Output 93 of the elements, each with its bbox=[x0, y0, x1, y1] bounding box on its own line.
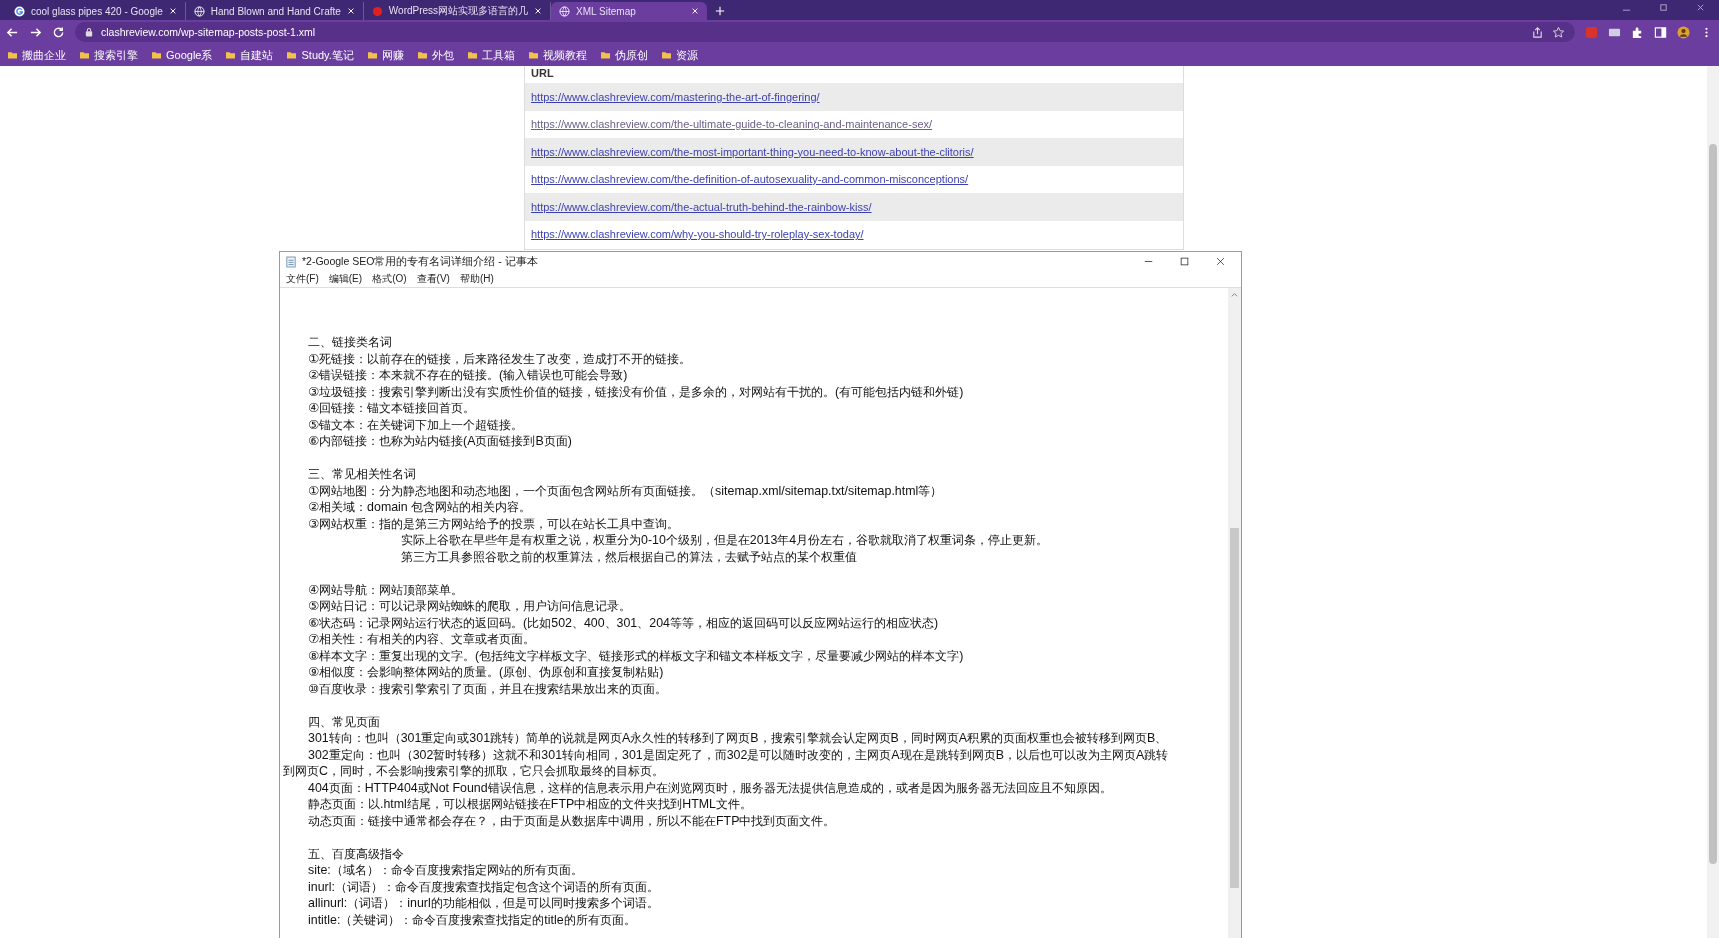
folder-icon bbox=[367, 51, 377, 59]
bookmark[interactable]: 搬曲企业 bbox=[8, 47, 66, 63]
lock-icon[interactable] bbox=[85, 27, 93, 37]
maximize-icon[interactable] bbox=[1180, 257, 1189, 266]
avatar-icon[interactable] bbox=[1677, 25, 1690, 39]
browser-tab[interactable]: cool glass pipes 420 - Google bbox=[6, 2, 186, 20]
text-line: ⑤锚文本：在关键词下加上一个超链接。 bbox=[308, 417, 524, 432]
notepad-icon bbox=[286, 255, 296, 268]
menu-item[interactable]: 查看(V) bbox=[416, 272, 450, 286]
menu-item[interactable]: 文件(F) bbox=[286, 272, 319, 286]
bookmark[interactable]: 视频教程 bbox=[528, 47, 587, 63]
text-line: ③垃圾链接：搜索引擎判断出没有实质性价值的链接，链接没有价值，是多余的，对网站有干扰的。(有可能包括内链和外链) bbox=[308, 384, 964, 399]
close-icon[interactable] bbox=[1696, 2, 1705, 12]
text-line: 三、常见相关性名词 bbox=[308, 467, 416, 481]
text-line: inurl:（词语）：命令百度搜索查找指定包含这个词语的所有页面。 bbox=[308, 879, 659, 894]
text-line: ①死链接：以前存在的链接，后来路径发生了改变，造成打不开的链接。 bbox=[308, 351, 692, 366]
menu-item[interactable]: 帮助(H) bbox=[459, 272, 494, 286]
globe-icon bbox=[559, 5, 571, 17]
menu-item[interactable]: 编辑(E) bbox=[328, 272, 363, 286]
bookmark[interactable]: 网赚 bbox=[367, 47, 404, 63]
url-text: clashreview.com/wp-sitemap-posts-post-1.xml bbox=[101, 26, 316, 38]
column-header: URL bbox=[530, 66, 555, 81]
text-line: 二、链接类名词 bbox=[308, 335, 392, 349]
text-line: ⑦相关性：有相关的内容、文章或者页面。 bbox=[308, 632, 536, 646]
bookmark[interactable]: 工具箱 bbox=[467, 47, 515, 63]
folder-icon bbox=[600, 51, 610, 59]
bookmark[interactable]: Google系 bbox=[152, 47, 213, 63]
browser-tab[interactable]: XML Sitemap bbox=[551, 2, 708, 20]
close-icon[interactable] bbox=[691, 7, 700, 15]
text-line: 301转向：也叫（301重定向或301跳转）简单的说就是网页A永久性的转移到了网页B，搜索引擎就会认定网页B，同时网页A积累的页面权重也会被转移到网页B、 bbox=[308, 731, 1168, 745]
dot-icon bbox=[371, 5, 383, 17]
text-line: ⑤网站日记：可以记录网站蜘蛛的爬取，用户访问信息记录。 bbox=[308, 599, 632, 613]
bookmark[interactable]: Study.笔记 bbox=[287, 47, 354, 63]
globe-icon bbox=[193, 5, 205, 17]
reload-icon[interactable] bbox=[52, 25, 65, 39]
text-line: 302重定向：也叫（302暂时转移）这就不和301转向相同，301是固定死了，而302是可以随时改变的，主网页A现在是跳转到网页B，以后也可以改为主网页A跳转 bbox=[308, 747, 1169, 762]
text-line: ①网站地图：分为静态地图和动态地图，一个页面包含网站所有页面链接。（sitemap.xml/sitemap.txt/sitemap.html等） bbox=[308, 483, 943, 498]
folder-icon bbox=[80, 51, 89, 59]
bookmark[interactable]: 自建站 bbox=[226, 47, 274, 63]
bookmark[interactable]: 外包 bbox=[417, 47, 454, 63]
scroll-thumb[interactable] bbox=[1709, 144, 1717, 864]
sidebar-icon[interactable] bbox=[1654, 25, 1667, 39]
text-line: 第三方工具参照谷歌之前的权重算法，然后根据自己的算法，去赋予站点的某个权重值 bbox=[401, 549, 857, 564]
text-line: ⑩百度收录：搜索引擎索引了页面，并且在搜索结果放出来的页面。 bbox=[308, 681, 668, 696]
bookmark[interactable]: 搜索引擎 bbox=[80, 47, 138, 63]
text-line: 实际上谷歌在早些年是有权重之说，权重分为0-10个级别，但是在2013年4月份左右，谷歌就取消了权重词条，停止更新。 bbox=[401, 533, 1049, 547]
text-line: 四、常见页面 bbox=[308, 714, 380, 729]
share-icon[interactable] bbox=[1531, 25, 1544, 39]
text-line: ③网站权重：指的是第三方网站给予的投票，可以在站长工具中查询。 bbox=[308, 516, 680, 531]
url-link[interactable]: https://www.clashreview.com/the-definition-of-autosexuality-and-common-misconceptions/ bbox=[531, 173, 969, 186]
folder-icon bbox=[661, 51, 671, 59]
puzzle-icon[interactable] bbox=[1631, 25, 1644, 39]
scrollbar[interactable] bbox=[1707, 66, 1719, 938]
text-line: site:（域名）：命令百度搜索指定网站的所有页面。 bbox=[308, 863, 583, 877]
folder-icon bbox=[287, 51, 297, 59]
text-line: 到网页C，同时，不会影响搜索引擎的抓取，它只会抓取最终的目标页。 bbox=[283, 764, 664, 778]
close-icon[interactable] bbox=[534, 7, 543, 15]
address-bar[interactable]: clashreview.com/wp-sitemap-posts-post-1.xml bbox=[75, 22, 1575, 42]
text-line: intitle:（关键词）：命令百度搜索查找指定的title的所有页面。 bbox=[308, 912, 636, 927]
star-icon[interactable] bbox=[1552, 25, 1565, 39]
text-line: ④回链接：锚文本链接回首页。 bbox=[308, 401, 476, 415]
folder-icon bbox=[417, 51, 427, 59]
text-line: ⑥内部链接：也称为站内链接(A页面链接到B页面) bbox=[308, 434, 572, 448]
menu-item[interactable]: 格式(O) bbox=[372, 272, 407, 286]
browser-tab[interactable]: Hand Blown and Hand Crafte bbox=[185, 2, 364, 20]
folder-icon bbox=[152, 51, 161, 59]
bookmark[interactable]: 资源 bbox=[661, 47, 698, 63]
scroll-thumb[interactable] bbox=[1230, 528, 1239, 888]
text-line: ⑧样本文字：重复出现的文字。(包括纯文字样板文字、链接形式的样板文字和锚文本样板文字，尽量要减少网站的样本文字) bbox=[308, 648, 964, 663]
window-title: *2-Google SEO常用的专有名词详细介绍 - 记事本 bbox=[302, 254, 538, 269]
text-line: 五、百度高级指令 bbox=[308, 846, 404, 861]
folder-icon bbox=[8, 51, 17, 59]
text-line: ⑨相似度：会影响整体网站的质量。(原创、伪原创和直接复制粘贴) bbox=[308, 665, 664, 679]
text-line: 动态页面：链接中通常都会存在？，由于页面是从数据库中调用，所以不能在FTP中找到页面文件。 bbox=[308, 813, 836, 828]
url-link[interactable]: https://www.clashreview.com/why-you-should-try-roleplay-sex-today/ bbox=[531, 228, 864, 241]
text-line: ②相关域：domain 包含网站的相关内容。 bbox=[308, 500, 532, 514]
folder-icon bbox=[528, 51, 538, 59]
scrollbar[interactable] bbox=[1228, 288, 1241, 938]
restore-icon[interactable] bbox=[1659, 2, 1668, 12]
scroll-up-icon[interactable] bbox=[1230, 291, 1239, 298]
text-line: ②错误链接：本来就不存在的链接。(输入错误也可能会导致) bbox=[308, 368, 628, 382]
google-icon bbox=[14, 5, 25, 17]
new-tab-icon[interactable] bbox=[715, 6, 726, 16]
text-line: ④网站导航：网站顶部菜单。 bbox=[308, 582, 464, 597]
bookmark[interactable]: 伪原创 bbox=[600, 47, 648, 63]
url-link[interactable]: https://www.clashreview.com/the-ultimate-guide-to-cleaning-and-maintenance-sex/ bbox=[531, 118, 933, 131]
folder-icon bbox=[467, 51, 477, 59]
text-line: ⑥状态码：记录网站运行状态的返回码。(比如502、400、301、204等等，相应的返回码可以反应网站运行的相应状态) bbox=[308, 615, 939, 630]
text-line: 静态页面：以.html结尾，可以根据网站链接在FTP中相应的文件夹找到HTML文件。 bbox=[308, 797, 752, 811]
close-icon[interactable] bbox=[1216, 257, 1225, 266]
text-line: 404页面：HTTP404或Not Found错误信息，这样的信息表示用户在浏览网页时，服务器无法提供信息造成的，或者是因为服务器无法回应且不知原因。 bbox=[308, 780, 1112, 795]
text-line: allinurl:（词语）：inurl的功能相似，但是可以同时搜索多个词语。 bbox=[308, 896, 659, 910]
folder-icon bbox=[226, 51, 236, 59]
